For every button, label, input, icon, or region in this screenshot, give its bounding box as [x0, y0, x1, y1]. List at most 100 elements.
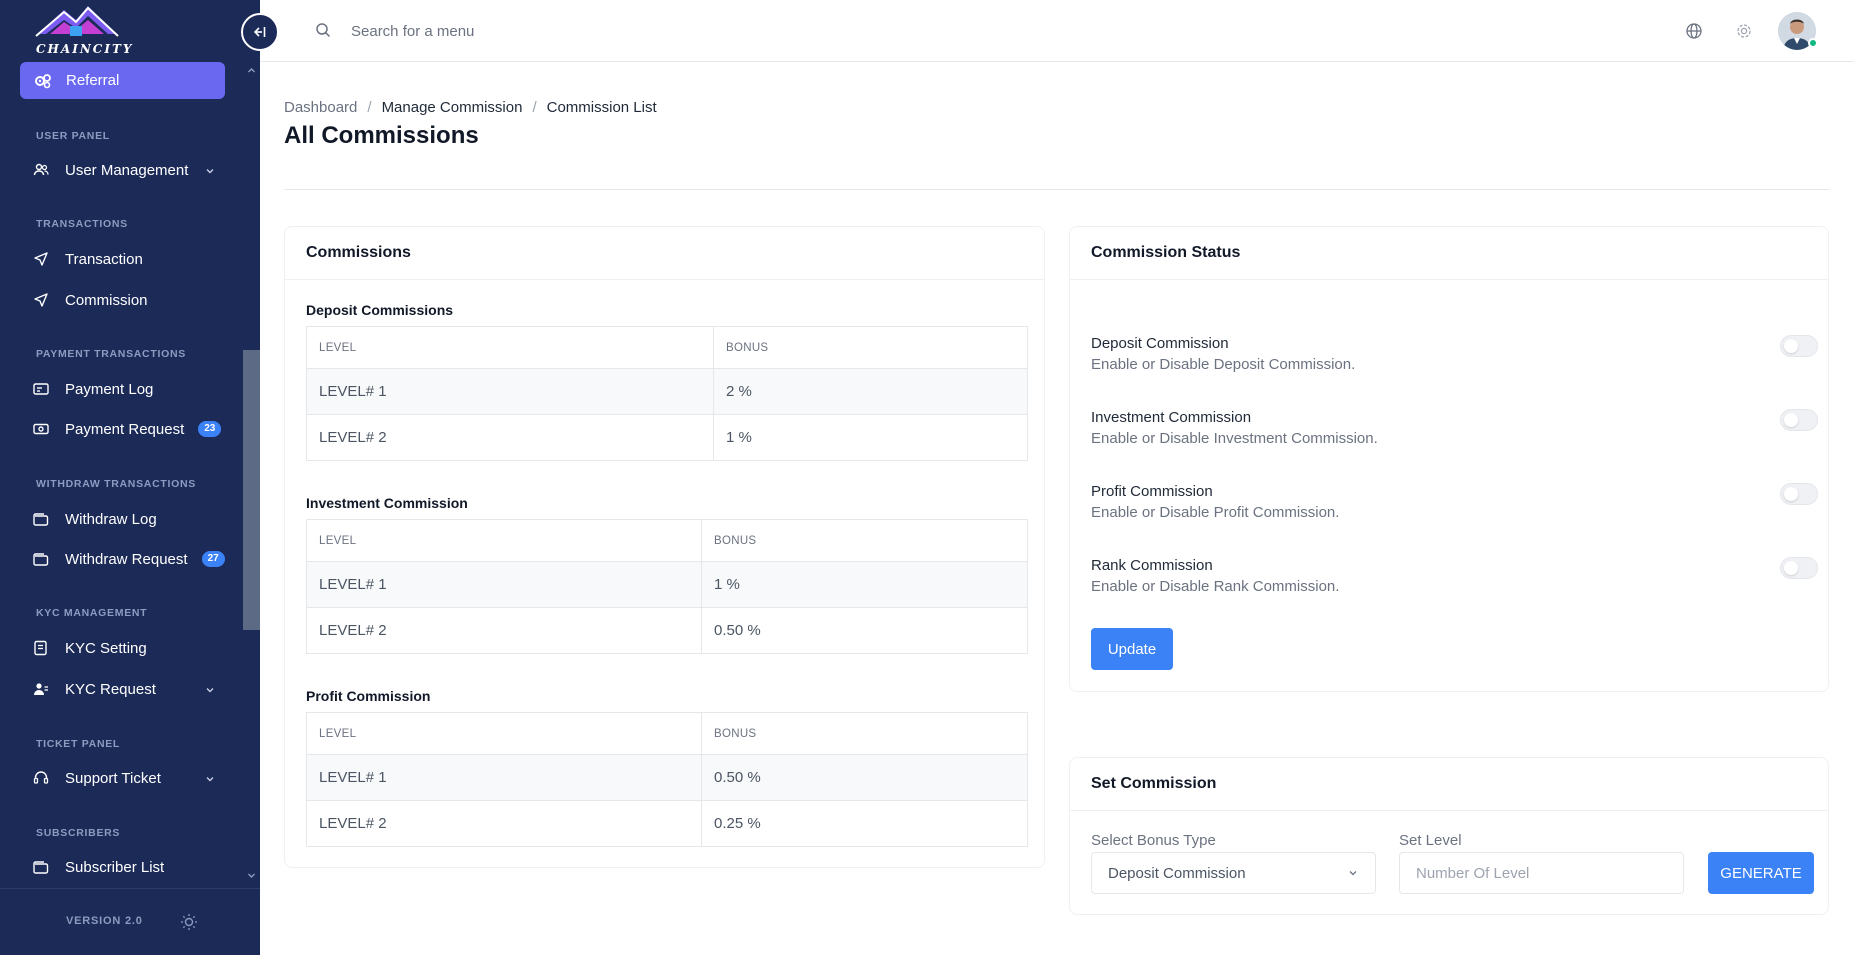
wallet-icon	[32, 510, 50, 528]
sidebar-item-payment-log[interactable]: Payment Log	[32, 374, 227, 404]
level-cell: LEVEL# 2	[306, 414, 714, 461]
breadcrumb-manage-commission[interactable]: Manage Commission	[382, 99, 523, 116]
sidebar-item-payment-request[interactable]: Payment Request 23	[32, 414, 227, 444]
sidebar-item-kyc-request[interactable]: KYC Request	[32, 674, 227, 704]
status-title: Deposit Commission	[1091, 335, 1229, 352]
deposit-commissions-title: Deposit Commissions	[306, 302, 454, 318]
column-header: LEVEL	[306, 712, 702, 755]
sidebar-item-subscriber-list[interactable]: Subscriber List	[32, 852, 227, 882]
header-divider	[284, 189, 1829, 190]
sidebar-item-label: Referral	[66, 72, 120, 89]
breadcrumb-separator: /	[532, 99, 537, 116]
breadcrumb-dashboard[interactable]: Dashboard	[284, 99, 357, 116]
sidebar-item-label: Payment Request	[65, 420, 185, 438]
inbox-icon	[32, 858, 50, 876]
deposit-commission-toggle[interactable]	[1780, 335, 1818, 357]
sidebar-item-support-ticket[interactable]: Support Ticket	[32, 763, 227, 793]
gear-icon	[34, 72, 52, 90]
status-row-rank: Rank Commission Enable or Disable Rank C…	[1091, 557, 1841, 601]
cash-icon	[32, 420, 50, 438]
table-row: LEVEL# 2 0.25 %	[306, 800, 1028, 847]
chevron-down-icon	[205, 771, 215, 788]
sidebar-item-referral[interactable]: Referral	[20, 62, 225, 99]
status-row-deposit: Deposit Commission Enable or Disable Dep…	[1091, 335, 1841, 379]
profit-commission-title: Profit Commission	[306, 688, 431, 704]
status-description: Enable or Disable Investment Commission.	[1091, 430, 1378, 447]
status-title: Investment Commission	[1091, 409, 1252, 426]
sidebar-item-label: Subscriber List	[65, 858, 165, 876]
table-row: LEVEL# 1 1 %	[306, 561, 1028, 608]
investment-commission-toggle[interactable]	[1780, 409, 1818, 431]
investment-commission-table: LEVEL BONUS LEVEL# 1 1 % LEVEL# 2 0.50 %	[306, 519, 1028, 654]
globe-icon[interactable]	[1685, 22, 1703, 40]
sidebar-scrollbar[interactable]	[243, 58, 260, 888]
card-title: Commissions	[306, 244, 411, 261]
sidebar-item-label: Payment Log	[65, 380, 154, 398]
sidebar-item-label: Support Ticket	[65, 769, 161, 787]
section-withdraw-transactions: WITHDRAW TRANSACTIONS	[36, 478, 196, 490]
profit-commission-toggle[interactable]	[1780, 483, 1818, 505]
sidebar-item-label: Withdraw Request	[65, 550, 188, 568]
table-row: LEVEL# 2 0.50 %	[306, 607, 1028, 654]
wallet-icon	[32, 550, 50, 568]
search-input[interactable]	[351, 16, 751, 46]
sun-icon[interactable]	[180, 913, 198, 931]
sidebar-item-withdraw-log[interactable]: Withdraw Log	[32, 504, 227, 534]
brand-logo[interactable]: CHAINCITY	[30, 0, 134, 58]
online-status-dot	[1808, 38, 1818, 48]
bonus-cell: 0.25 %	[701, 800, 1028, 847]
version-label: VERSION 2.0	[66, 915, 143, 927]
breadcrumb: Dashboard / Manage Commission / Commissi…	[284, 99, 657, 116]
sidebar-item-commission[interactable]: Commission	[32, 285, 227, 315]
generate-button[interactable]: GENERATE	[1708, 852, 1814, 894]
chevron-down-icon	[205, 163, 215, 180]
id-card-icon	[32, 639, 50, 657]
status-description: Enable or Disable Deposit Commission.	[1091, 356, 1356, 373]
sidebar-item-user-management[interactable]: User Management	[32, 155, 227, 185]
sidebar: CHAINCITY Referral USER PANEL User Manag…	[0, 0, 260, 955]
deposit-commissions-table: LEVEL BONUS LEVEL# 1 2 % LEVEL# 2 1 %	[306, 326, 1028, 461]
sidebar-item-withdraw-request[interactable]: Withdraw Request 27	[32, 544, 227, 574]
headset-icon	[32, 769, 50, 787]
scrollbar-thumb[interactable]	[243, 350, 260, 630]
commission-status-card: Commission Status Deposit Commission Ena…	[1069, 226, 1829, 692]
sidebar-item-transaction[interactable]: Transaction	[32, 244, 227, 274]
bonus-cell: 0.50 %	[701, 754, 1028, 801]
users-icon	[32, 161, 50, 179]
bonus-type-select[interactable]: Deposit Commission	[1091, 852, 1376, 894]
column-header: LEVEL	[306, 519, 702, 562]
breadcrumb-separator: /	[367, 99, 372, 116]
card-header: Set Commission	[1070, 758, 1828, 811]
update-button[interactable]: Update	[1091, 628, 1173, 670]
scroll-down-icon[interactable]	[247, 871, 256, 880]
sidebar-collapse-button[interactable]	[241, 13, 279, 51]
scroll-up-icon[interactable]	[247, 66, 256, 75]
sidebar-item-label: Commission	[65, 291, 148, 309]
bonus-type-value: Deposit Commission	[1108, 864, 1246, 882]
card-title: Commission Status	[1091, 244, 1241, 261]
sidebar-item-kyc-setting[interactable]: KYC Setting	[32, 633, 227, 663]
investment-commission-title: Investment Commission	[306, 495, 468, 511]
chevron-down-icon	[1349, 871, 1357, 876]
level-cell: LEVEL# 1	[306, 754, 702, 801]
level-input[interactable]	[1399, 852, 1684, 894]
collapse-left-icon	[253, 27, 266, 37]
sidebar-item-label: KYC Request	[65, 680, 156, 698]
column-header: LEVEL	[306, 326, 714, 369]
status-row-investment: Investment Commission Enable or Disable …	[1091, 409, 1841, 453]
topbar	[260, 0, 1853, 62]
table-header-row: LEVEL BONUS	[306, 326, 1028, 369]
bonus-cell: 1 %	[713, 414, 1028, 461]
chevron-down-icon	[205, 682, 215, 699]
search-icon	[316, 23, 331, 38]
rank-commission-toggle[interactable]	[1780, 557, 1818, 579]
table-row: LEVEL# 1 0.50 %	[306, 754, 1028, 801]
sidebar-footer: VERSION 2.0	[0, 888, 260, 955]
gear-icon[interactable]	[1735, 22, 1753, 40]
bonus-cell: 1 %	[701, 561, 1028, 608]
status-description: Enable or Disable Rank Commission.	[1091, 578, 1340, 595]
logo-text: CHAINCITY	[36, 42, 134, 56]
level-cell: LEVEL# 1	[306, 561, 702, 608]
section-transactions: TRANSACTIONS	[36, 218, 128, 230]
table-header-row: LEVEL BONUS	[306, 712, 1028, 755]
